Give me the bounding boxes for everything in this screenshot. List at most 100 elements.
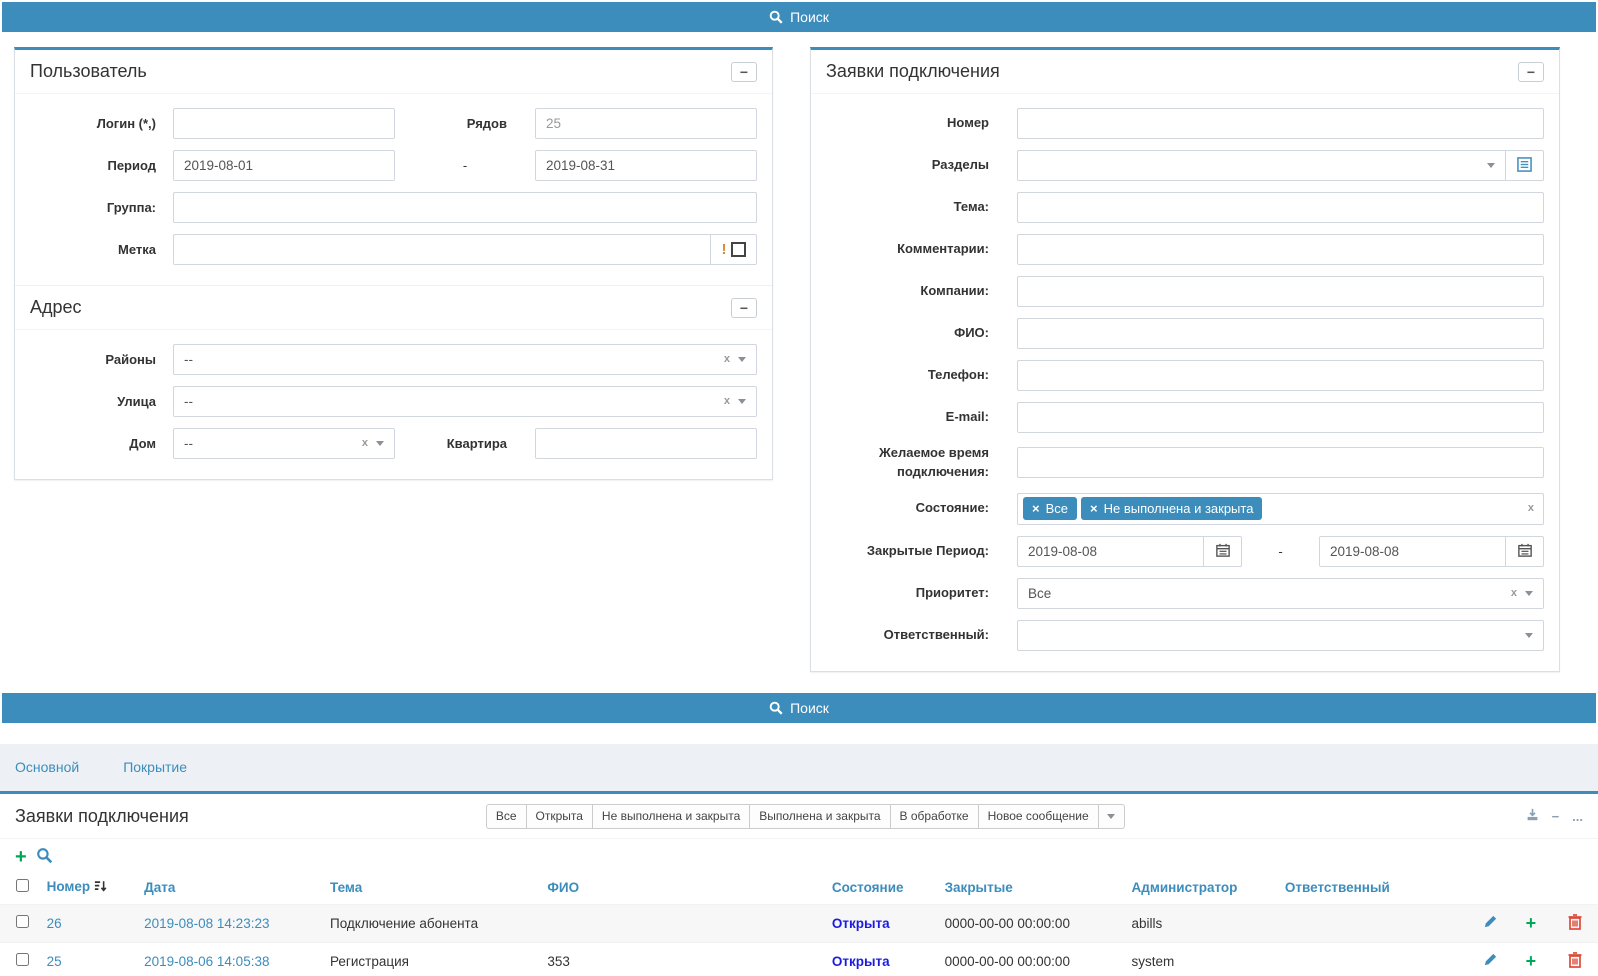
districts-label: Районы bbox=[30, 352, 156, 367]
filter-dropdown-button[interactable] bbox=[1099, 804, 1125, 829]
export-icon[interactable] bbox=[1526, 808, 1539, 824]
subject-label: Тема: bbox=[826, 198, 989, 217]
priority-clear-icon[interactable]: x bbox=[1511, 588, 1517, 599]
search-button-bottom[interactable]: Поиск bbox=[2, 693, 1596, 723]
edit-icon[interactable] bbox=[1483, 914, 1498, 932]
add-icon[interactable]: + bbox=[1526, 951, 1537, 971]
table-header-row: Номер Дата Тема ФИО Состояние Закрытые А… bbox=[0, 871, 1598, 905]
number-input[interactable] bbox=[1017, 108, 1544, 139]
tag-input[interactable] bbox=[173, 234, 711, 265]
login-input[interactable] bbox=[173, 108, 395, 139]
user-panel-collapse-button[interactable]: − bbox=[731, 62, 757, 82]
select-all-checkbox[interactable] bbox=[16, 879, 29, 892]
phone-input[interactable] bbox=[1017, 360, 1544, 391]
rows-input[interactable] bbox=[535, 108, 757, 139]
house-select[interactable]: -- x bbox=[173, 428, 395, 459]
table-title: Заявки подключения bbox=[15, 806, 189, 827]
filter-not-done-closed-button[interactable]: Не выполнена и закрыта bbox=[593, 804, 750, 829]
request-number-link[interactable]: 26 bbox=[47, 916, 62, 931]
responsible-select[interactable] bbox=[1017, 620, 1544, 651]
closed-from-input[interactable] bbox=[1017, 536, 1204, 567]
sort-desc-icon[interactable] bbox=[94, 881, 108, 896]
column-closed[interactable]: Закрытые bbox=[937, 871, 1124, 905]
request-date-link[interactable]: 2019-08-08 14:23:23 bbox=[144, 916, 269, 931]
request-number-link[interactable]: 25 bbox=[47, 954, 62, 969]
more-options-icon[interactable]: ... bbox=[1572, 810, 1583, 823]
tag-checkbox-icon[interactable] bbox=[731, 242, 746, 257]
column-admin[interactable]: Администратор bbox=[1124, 871, 1277, 905]
group-input[interactable] bbox=[173, 192, 757, 223]
responsible-row: Ответственный: bbox=[826, 620, 1544, 651]
state-clear-icon[interactable]: x bbox=[1528, 503, 1534, 514]
edit-icon[interactable] bbox=[1483, 952, 1498, 970]
collapse-table-icon[interactable]: − bbox=[1552, 810, 1560, 823]
exclamation-icon: ! bbox=[722, 241, 727, 258]
request-state-link[interactable]: Открыта bbox=[832, 954, 890, 969]
rows-label: Рядов bbox=[422, 116, 507, 131]
fio-input[interactable] bbox=[1017, 318, 1544, 349]
column-responsible[interactable]: Ответственный bbox=[1277, 871, 1470, 905]
street-clear-icon[interactable]: x bbox=[724, 396, 730, 407]
closed-to-calendar-button[interactable] bbox=[1506, 536, 1544, 567]
street-select[interactable]: -- x bbox=[173, 386, 757, 417]
request-state-link[interactable]: Открыта bbox=[832, 916, 890, 931]
email-input[interactable] bbox=[1017, 402, 1544, 433]
delete-icon[interactable] bbox=[1568, 914, 1582, 933]
delete-icon[interactable] bbox=[1568, 952, 1582, 971]
company-row: Компании: bbox=[826, 276, 1544, 307]
period-to-input[interactable] bbox=[535, 150, 757, 181]
state-tag-input[interactable]: ×Все × Не выполнена и закрыта x bbox=[1017, 493, 1544, 525]
tab-coverage[interactable]: Покрытие bbox=[123, 759, 187, 775]
column-fio[interactable]: ФИО bbox=[539, 871, 823, 905]
column-state[interactable]: Состояние bbox=[824, 871, 937, 905]
filter-open-button[interactable]: Открыта bbox=[527, 804, 593, 829]
filter-done-closed-button[interactable]: Выполнена и закрыта bbox=[750, 804, 890, 829]
apartment-input[interactable] bbox=[535, 428, 757, 459]
company-input[interactable] bbox=[1017, 276, 1544, 307]
request-subject: Подключение абонента bbox=[322, 904, 539, 942]
state-tag[interactable]: ×Все bbox=[1023, 497, 1077, 520]
tab-main[interactable]: Основной bbox=[15, 759, 79, 775]
row-checkbox[interactable] bbox=[16, 915, 29, 928]
state-tag[interactable]: × Не выполнена и закрыта bbox=[1081, 497, 1262, 520]
filter-all-button[interactable]: Все bbox=[486, 804, 527, 829]
column-number[interactable]: Номер bbox=[39, 871, 137, 905]
remove-tag-icon[interactable]: × bbox=[1032, 501, 1040, 516]
districts-clear-icon[interactable]: x bbox=[724, 354, 730, 365]
address-panel-body: Районы -- x Улица -- x Дом bbox=[15, 329, 772, 479]
priority-select[interactable]: Все x bbox=[1017, 578, 1544, 609]
tabs-strip: Основной Покрытие bbox=[0, 744, 1598, 791]
table-row: 25 2019-08-06 14:05:38 Регистрация 353 О… bbox=[0, 942, 1598, 976]
request-date-link[interactable]: 2019-08-06 14:05:38 bbox=[144, 954, 269, 969]
remove-tag-icon[interactable]: × bbox=[1090, 501, 1098, 516]
house-clear-icon[interactable]: x bbox=[362, 438, 368, 449]
request-admin: abills bbox=[1124, 904, 1277, 942]
add-request-icon[interactable]: + bbox=[15, 847, 27, 867]
filter-new-message-button[interactable]: Новое сообщение bbox=[979, 804, 1099, 829]
comments-input[interactable] bbox=[1017, 234, 1544, 265]
house-value: -- bbox=[184, 436, 193, 451]
filter-in-progress-button[interactable]: В обработке bbox=[891, 804, 979, 829]
row-checkbox[interactable] bbox=[16, 953, 29, 966]
desired-time-input[interactable] bbox=[1017, 447, 1544, 478]
table-search-icon[interactable] bbox=[36, 847, 53, 867]
subject-input[interactable] bbox=[1017, 192, 1544, 223]
tag-addon[interactable]: ! bbox=[711, 234, 757, 265]
sections-list-button[interactable] bbox=[1506, 150, 1544, 181]
add-icon[interactable]: + bbox=[1526, 913, 1537, 933]
sections-select[interactable] bbox=[1017, 150, 1506, 181]
state-tag-label: Не выполнена и закрыта bbox=[1104, 501, 1254, 516]
search-button-top[interactable]: Поиск bbox=[2, 2, 1596, 32]
sections-row: Разделы bbox=[826, 150, 1544, 181]
column-date[interactable]: Дата bbox=[136, 871, 322, 905]
period-from-input[interactable] bbox=[173, 150, 395, 181]
desired-time-row: Желаемое время подключения: bbox=[826, 444, 1544, 482]
column-subject[interactable]: Тема bbox=[322, 871, 539, 905]
search-forms-area: Пользователь − Логин (*,) Рядов Период - bbox=[0, 34, 1598, 672]
requests-panel-collapse-button[interactable]: − bbox=[1518, 62, 1544, 82]
chevron-down-icon bbox=[1525, 591, 1533, 596]
closed-from-calendar-button[interactable] bbox=[1204, 536, 1242, 567]
districts-select[interactable]: -- x bbox=[173, 344, 757, 375]
closed-to-input[interactable] bbox=[1319, 536, 1506, 567]
address-panel-collapse-button[interactable]: − bbox=[731, 298, 757, 318]
